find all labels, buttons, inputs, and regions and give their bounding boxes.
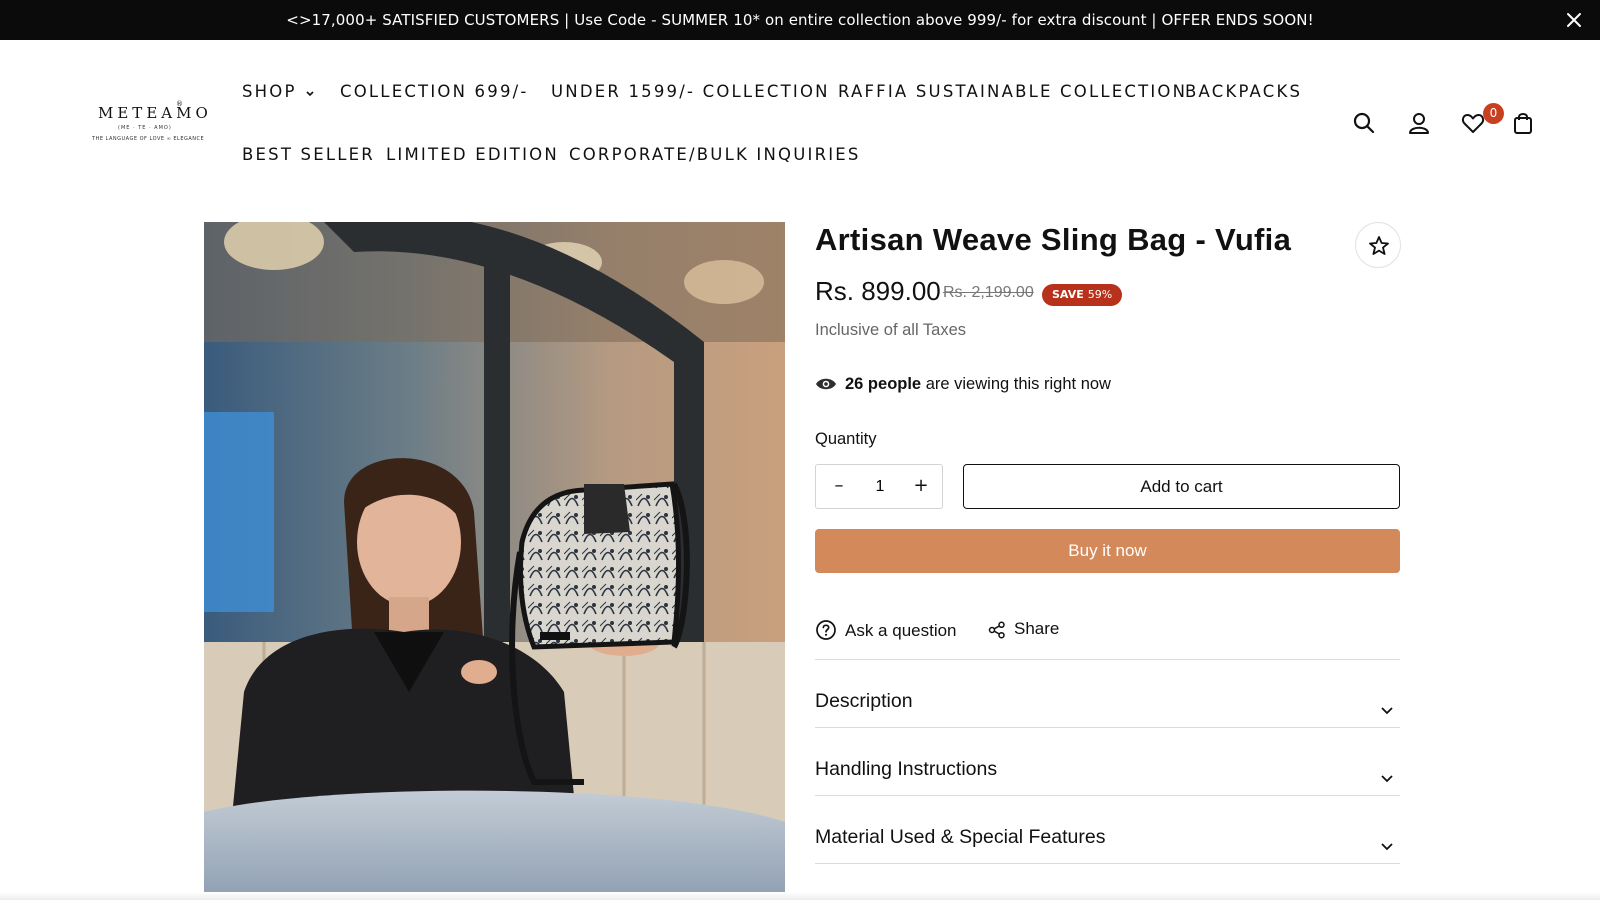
nav-item-label: UNDER 1599/- COLLECTION bbox=[551, 82, 830, 101]
accordion-label: Material Used & Special Features bbox=[815, 826, 1106, 848]
nav-item-label: BEST SELLER bbox=[242, 145, 375, 164]
save-percent: 59% bbox=[1087, 288, 1113, 301]
chevron-down-icon bbox=[305, 83, 315, 102]
live-viewers: 26 people are viewing this right now bbox=[815, 375, 1111, 397]
share-label: Share bbox=[1014, 619, 1060, 638]
close-icon[interactable] bbox=[1564, 10, 1584, 30]
ask-question-label: Ask a question bbox=[845, 621, 957, 640]
accordion-label: Description bbox=[815, 690, 913, 712]
brand-logo[interactable]: METEAMO ® (ME · TE · AMO) THE LANGUAGE O… bbox=[90, 98, 208, 148]
minus-icon[interactable]: – bbox=[828, 475, 850, 497]
plus-icon[interactable]: + bbox=[910, 475, 932, 497]
nav-item-limited-edition[interactable]: LIMITED EDITION bbox=[386, 145, 559, 164]
quantity-input[interactable] bbox=[860, 465, 900, 508]
search-icon[interactable] bbox=[1351, 110, 1379, 138]
nav-item-label: SHOP bbox=[242, 82, 297, 101]
quantity-label: Quantity bbox=[815, 430, 877, 448]
save-label: SAVE bbox=[1052, 288, 1084, 301]
accordion-description[interactable]: Description bbox=[815, 690, 1400, 750]
nav-item-corporate-bulk[interactable]: CORPORATE/BULK INQUIRIES bbox=[569, 145, 861, 164]
divider bbox=[815, 863, 1400, 864]
accordion-material-features[interactable]: Material Used & Special Features bbox=[815, 826, 1400, 886]
eye-icon bbox=[815, 376, 837, 397]
viewers-count: 26 people bbox=[845, 375, 922, 393]
announcement-bar: <>17,000+ SATISFIED CUSTOMERS | Use Code… bbox=[0, 0, 1600, 40]
quantity-stepper: – + bbox=[815, 464, 943, 509]
nav-item-shop[interactable]: SHOP bbox=[242, 82, 315, 102]
chevron-down-icon bbox=[1380, 836, 1394, 855]
nav-item-best-seller[interactable]: BEST SELLER bbox=[242, 145, 375, 164]
share-icon bbox=[988, 621, 1005, 639]
nav-item-under-1599[interactable]: UNDER 1599/- COLLECTION bbox=[551, 82, 830, 101]
nav-item-backpacks[interactable]: BACKPACKS bbox=[1185, 82, 1302, 101]
logo-registered-mark: ® bbox=[176, 100, 183, 108]
logo-tagline: THE LANGUAGE OF LOVE ∞ ELEGANCE bbox=[92, 136, 205, 142]
accordion-label: Handling Instructions bbox=[815, 758, 998, 780]
nav-item-label: RAFFIA SUSTAINABLE COLLECTION bbox=[838, 82, 1188, 101]
sale-price: Rs. 899.00 bbox=[815, 276, 941, 306]
star-icon bbox=[1369, 236, 1389, 255]
bottom-edge bbox=[0, 892, 1600, 900]
nav-item-label: BACKPACKS bbox=[1185, 82, 1303, 101]
accordion-handling-instructions[interactable]: Handling Instructions bbox=[815, 758, 1400, 818]
chevron-down-icon bbox=[1380, 768, 1394, 787]
product-image[interactable] bbox=[204, 222, 785, 900]
divider bbox=[815, 727, 1400, 728]
chevron-down-icon bbox=[1380, 700, 1394, 719]
divider bbox=[815, 659, 1400, 660]
ask-question-link[interactable]: Ask a question bbox=[815, 619, 957, 641]
buy-now-button[interactable]: Buy it now bbox=[815, 529, 1400, 573]
nav-item-label: LIMITED EDITION bbox=[386, 145, 559, 164]
divider bbox=[815, 795, 1400, 796]
nav-item-raffia[interactable]: RAFFIA SUSTAINABLE COLLECTION bbox=[838, 82, 1187, 101]
question-icon bbox=[816, 620, 836, 640]
wishlist-count-badge: 0 bbox=[1483, 103, 1504, 124]
nav-item-label: COLLECTION 699/- bbox=[340, 82, 529, 101]
share-link[interactable]: Share bbox=[988, 619, 1059, 639]
product-title: Artisan Weave Sling Bag - Vufia bbox=[815, 222, 1292, 257]
tax-note: Inclusive of all Taxes bbox=[815, 321, 967, 339]
compare-at-price: Rs. 2,199.00 bbox=[943, 284, 1034, 301]
viewers-text: are viewing this right now bbox=[921, 375, 1111, 393]
favorite-button[interactable] bbox=[1355, 222, 1401, 268]
bag-icon[interactable] bbox=[1510, 110, 1538, 138]
logo-wordmark: METEAMO bbox=[98, 104, 212, 122]
nav-item-collection-699[interactable]: COLLECTION 699/- bbox=[340, 82, 529, 101]
save-badge: SAVE 59% bbox=[1042, 284, 1123, 306]
logo-pronunciation: (ME · TE · AMO) bbox=[118, 125, 172, 131]
nav-item-label: CORPORATE/BULK INQUIRIES bbox=[569, 145, 861, 164]
add-to-cart-button[interactable]: Add to cart bbox=[963, 464, 1400, 509]
user-icon[interactable] bbox=[1406, 110, 1434, 138]
announcement-text: <>17,000+ SATISFIED CUSTOMERS | Use Code… bbox=[286, 11, 1314, 29]
